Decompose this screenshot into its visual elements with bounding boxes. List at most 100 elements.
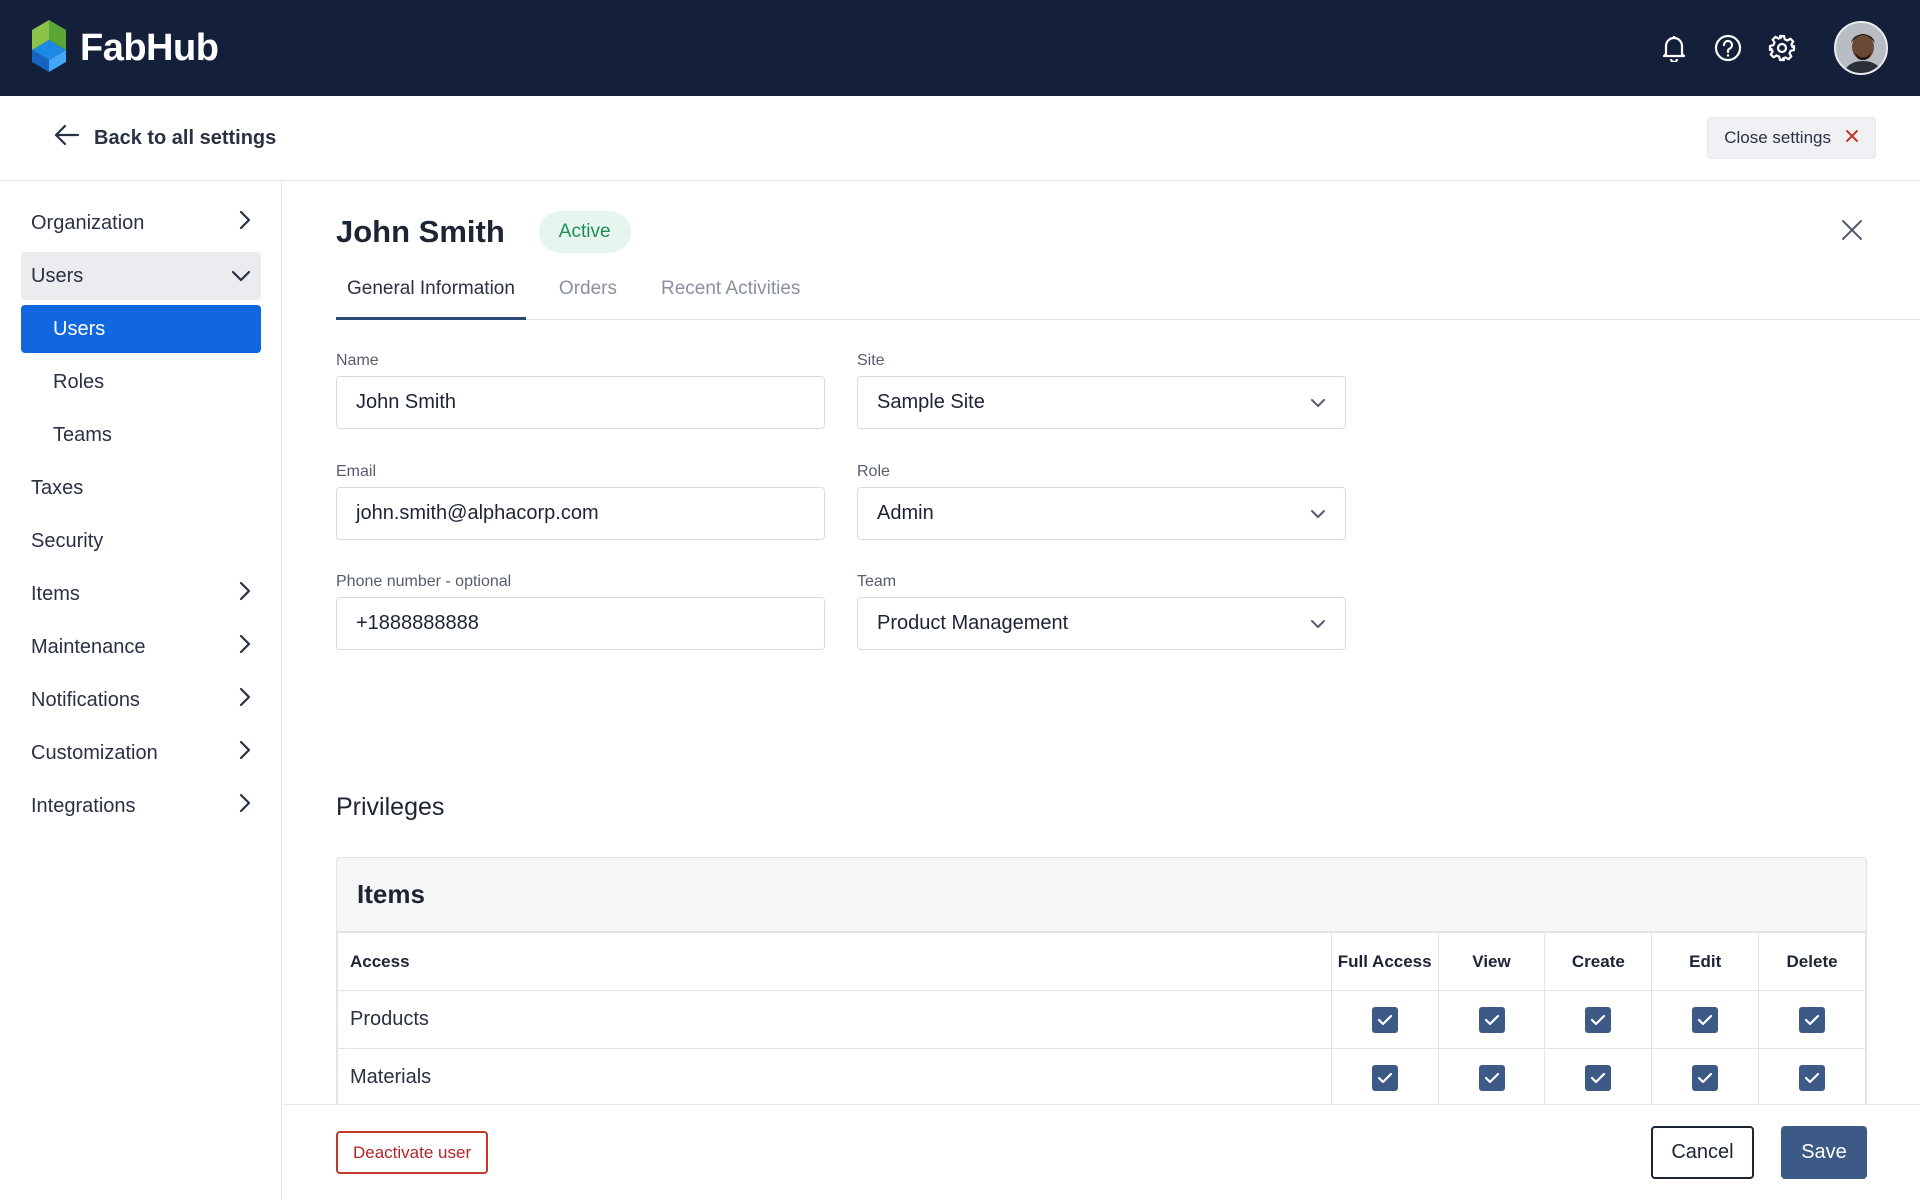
tab-general-information[interactable]: General Information <box>336 276 526 320</box>
chevron-right-icon <box>239 210 251 236</box>
close-settings-button[interactable]: Close settings <box>1707 117 1876 159</box>
sidebar-item-label: Customization <box>31 741 158 764</box>
role-value: Admin <box>877 502 934 524</box>
sidebar-item-label: Roles <box>53 370 105 393</box>
arrow-left-icon <box>54 124 80 152</box>
panel-footer: Deactivate user Cancel Save <box>283 1104 1920 1200</box>
back-label: Back to all settings <box>94 126 277 149</box>
bell-icon[interactable] <box>1658 32 1690 64</box>
team-select[interactable]: Product Management <box>857 597 1346 650</box>
sidebar-item-teams[interactable]: Teams <box>21 411 261 459</box>
view-checkbox[interactable] <box>1478 1006 1505 1033</box>
sidebar-item-items[interactable]: Items <box>21 570 261 618</box>
sidebar-item-label: Organization <box>31 211 145 234</box>
settings-sidebar: Organization Users Users Roles Teams Tax… <box>0 181 282 1200</box>
tab-orders[interactable]: Orders <box>548 276 628 320</box>
delete-checkbox[interactable] <box>1799 1006 1826 1033</box>
top-actions <box>1658 21 1888 75</box>
sidebar-item-roles[interactable]: Roles <box>21 358 261 406</box>
sidebar-item-taxes[interactable]: Taxes <box>21 464 261 512</box>
sidebar-item-users[interactable]: Users <box>21 305 261 353</box>
name-label: Name <box>336 352 379 369</box>
privilege-name: Materials <box>337 1048 1332 1104</box>
privileges-card: Items Access Full Access View Create Edi… <box>336 857 1867 1104</box>
brand-name: FabHub <box>80 26 219 69</box>
sidebar-item-label: Items <box>31 582 80 605</box>
column-header: Full Access <box>1330 932 1439 991</box>
privileges-card-title: Items <box>337 858 1866 932</box>
chevron-right-icon <box>239 634 251 660</box>
column-header: View <box>1437 932 1546 991</box>
email-label: Email <box>336 463 377 480</box>
chevron-down-icon <box>1310 502 1326 525</box>
email-field-group: Email john.smith@alphacorp.com <box>336 464 825 540</box>
site-value: Sample Site <box>877 391 985 413</box>
view-checkbox[interactable] <box>1478 1064 1505 1091</box>
gear-icon[interactable] <box>1766 32 1798 64</box>
name-field[interactable]: John Smith <box>336 376 825 429</box>
chevron-down-icon <box>1310 612 1326 635</box>
chevron-right-icon <box>239 581 251 607</box>
role-field-group: Role Admin <box>857 464 1346 540</box>
deactivate-user-button[interactable]: Deactivate user <box>336 1131 489 1174</box>
sidebar-item-label: Taxes <box>31 476 84 499</box>
team-label: Team <box>857 573 897 590</box>
name-field-group: Name John Smith <box>336 353 825 429</box>
avatar[interactable] <box>1834 21 1888 75</box>
chevron-down-icon <box>231 265 251 288</box>
close-icon <box>1845 128 1859 148</box>
privileges-title: Privileges <box>336 793 445 821</box>
role-label: Role <box>857 463 890 480</box>
close-settings-label: Close settings <box>1724 128 1831 147</box>
delete-checkbox[interactable] <box>1799 1064 1826 1091</box>
edit-checkbox[interactable] <box>1692 1064 1719 1091</box>
sidebar-item-users-group[interactable]: Users <box>21 252 261 300</box>
sidebar-item-notifications[interactable]: Notifications <box>21 676 261 724</box>
sidebar-item-integrations[interactable]: Integrations <box>21 782 261 830</box>
sidebar-item-label: Users <box>53 317 106 340</box>
sidebar-item-security[interactable]: Security <box>21 517 261 565</box>
site-select[interactable]: Sample Site <box>857 376 1346 429</box>
sidebar-item-maintenance[interactable]: Maintenance <box>21 623 261 671</box>
cancel-button[interactable]: Cancel <box>1651 1126 1754 1179</box>
chevron-right-icon <box>239 740 251 766</box>
edit-checkbox[interactable] <box>1692 1006 1719 1033</box>
sidebar-item-label: Teams <box>53 423 112 446</box>
full-access-checkbox[interactable] <box>1371 1064 1398 1091</box>
sidebar-item-label: Integrations <box>31 794 136 817</box>
brand[interactable]: FabHub <box>32 19 219 77</box>
column-header: Access <box>337 932 1332 991</box>
page-title: John Smith <box>336 214 505 249</box>
phone-label: Phone number - optional <box>336 573 512 590</box>
column-header: Edit <box>1651 932 1760 991</box>
create-checkbox[interactable] <box>1585 1006 1612 1033</box>
save-button[interactable]: Save <box>1781 1126 1867 1179</box>
tab-bar: General Information Orders Recent Activi… <box>336 276 1920 320</box>
sidebar-item-label: Security <box>31 529 104 552</box>
full-access-checkbox[interactable] <box>1371 1006 1398 1033</box>
create-checkbox[interactable] <box>1585 1064 1612 1091</box>
email-field[interactable]: john.smith@alphacorp.com <box>336 487 825 540</box>
sidebar-item-label: Notifications <box>31 688 140 711</box>
phone-field-group: Phone number - optional +1888888888 <box>336 574 825 650</box>
settings-header: Back to all settings Close settings <box>0 96 1920 181</box>
chevron-right-icon <box>239 687 251 713</box>
team-field-group: Team Product Management <box>857 574 1346 650</box>
back-to-settings-link[interactable]: Back to all settings <box>54 124 276 152</box>
site-label: Site <box>857 352 885 369</box>
table-header-row: Access Full Access View Create Edit Dele… <box>337 932 1866 991</box>
tab-recent-activities[interactable]: Recent Activities <box>650 276 811 320</box>
sidebar-item-customization[interactable]: Customization <box>21 729 261 777</box>
role-select[interactable]: Admin <box>857 487 1346 540</box>
sidebar-item-label: Users <box>31 264 84 287</box>
close-icon[interactable] <box>1837 215 1867 245</box>
phone-field[interactable]: +1888888888 <box>336 597 825 650</box>
privilege-name: Products <box>337 990 1332 1049</box>
user-detail-panel: John Smith Active General Information Or… <box>283 181 1920 1104</box>
chevron-down-icon <box>1310 391 1326 414</box>
help-icon[interactable] <box>1712 32 1744 64</box>
top-navbar: FabHub <box>0 0 1920 96</box>
email-value: john.smith@alphacorp.com <box>356 502 599 524</box>
sidebar-item-organization[interactable]: Organization <box>21 199 261 247</box>
sidebar-item-label: Maintenance <box>31 635 146 658</box>
